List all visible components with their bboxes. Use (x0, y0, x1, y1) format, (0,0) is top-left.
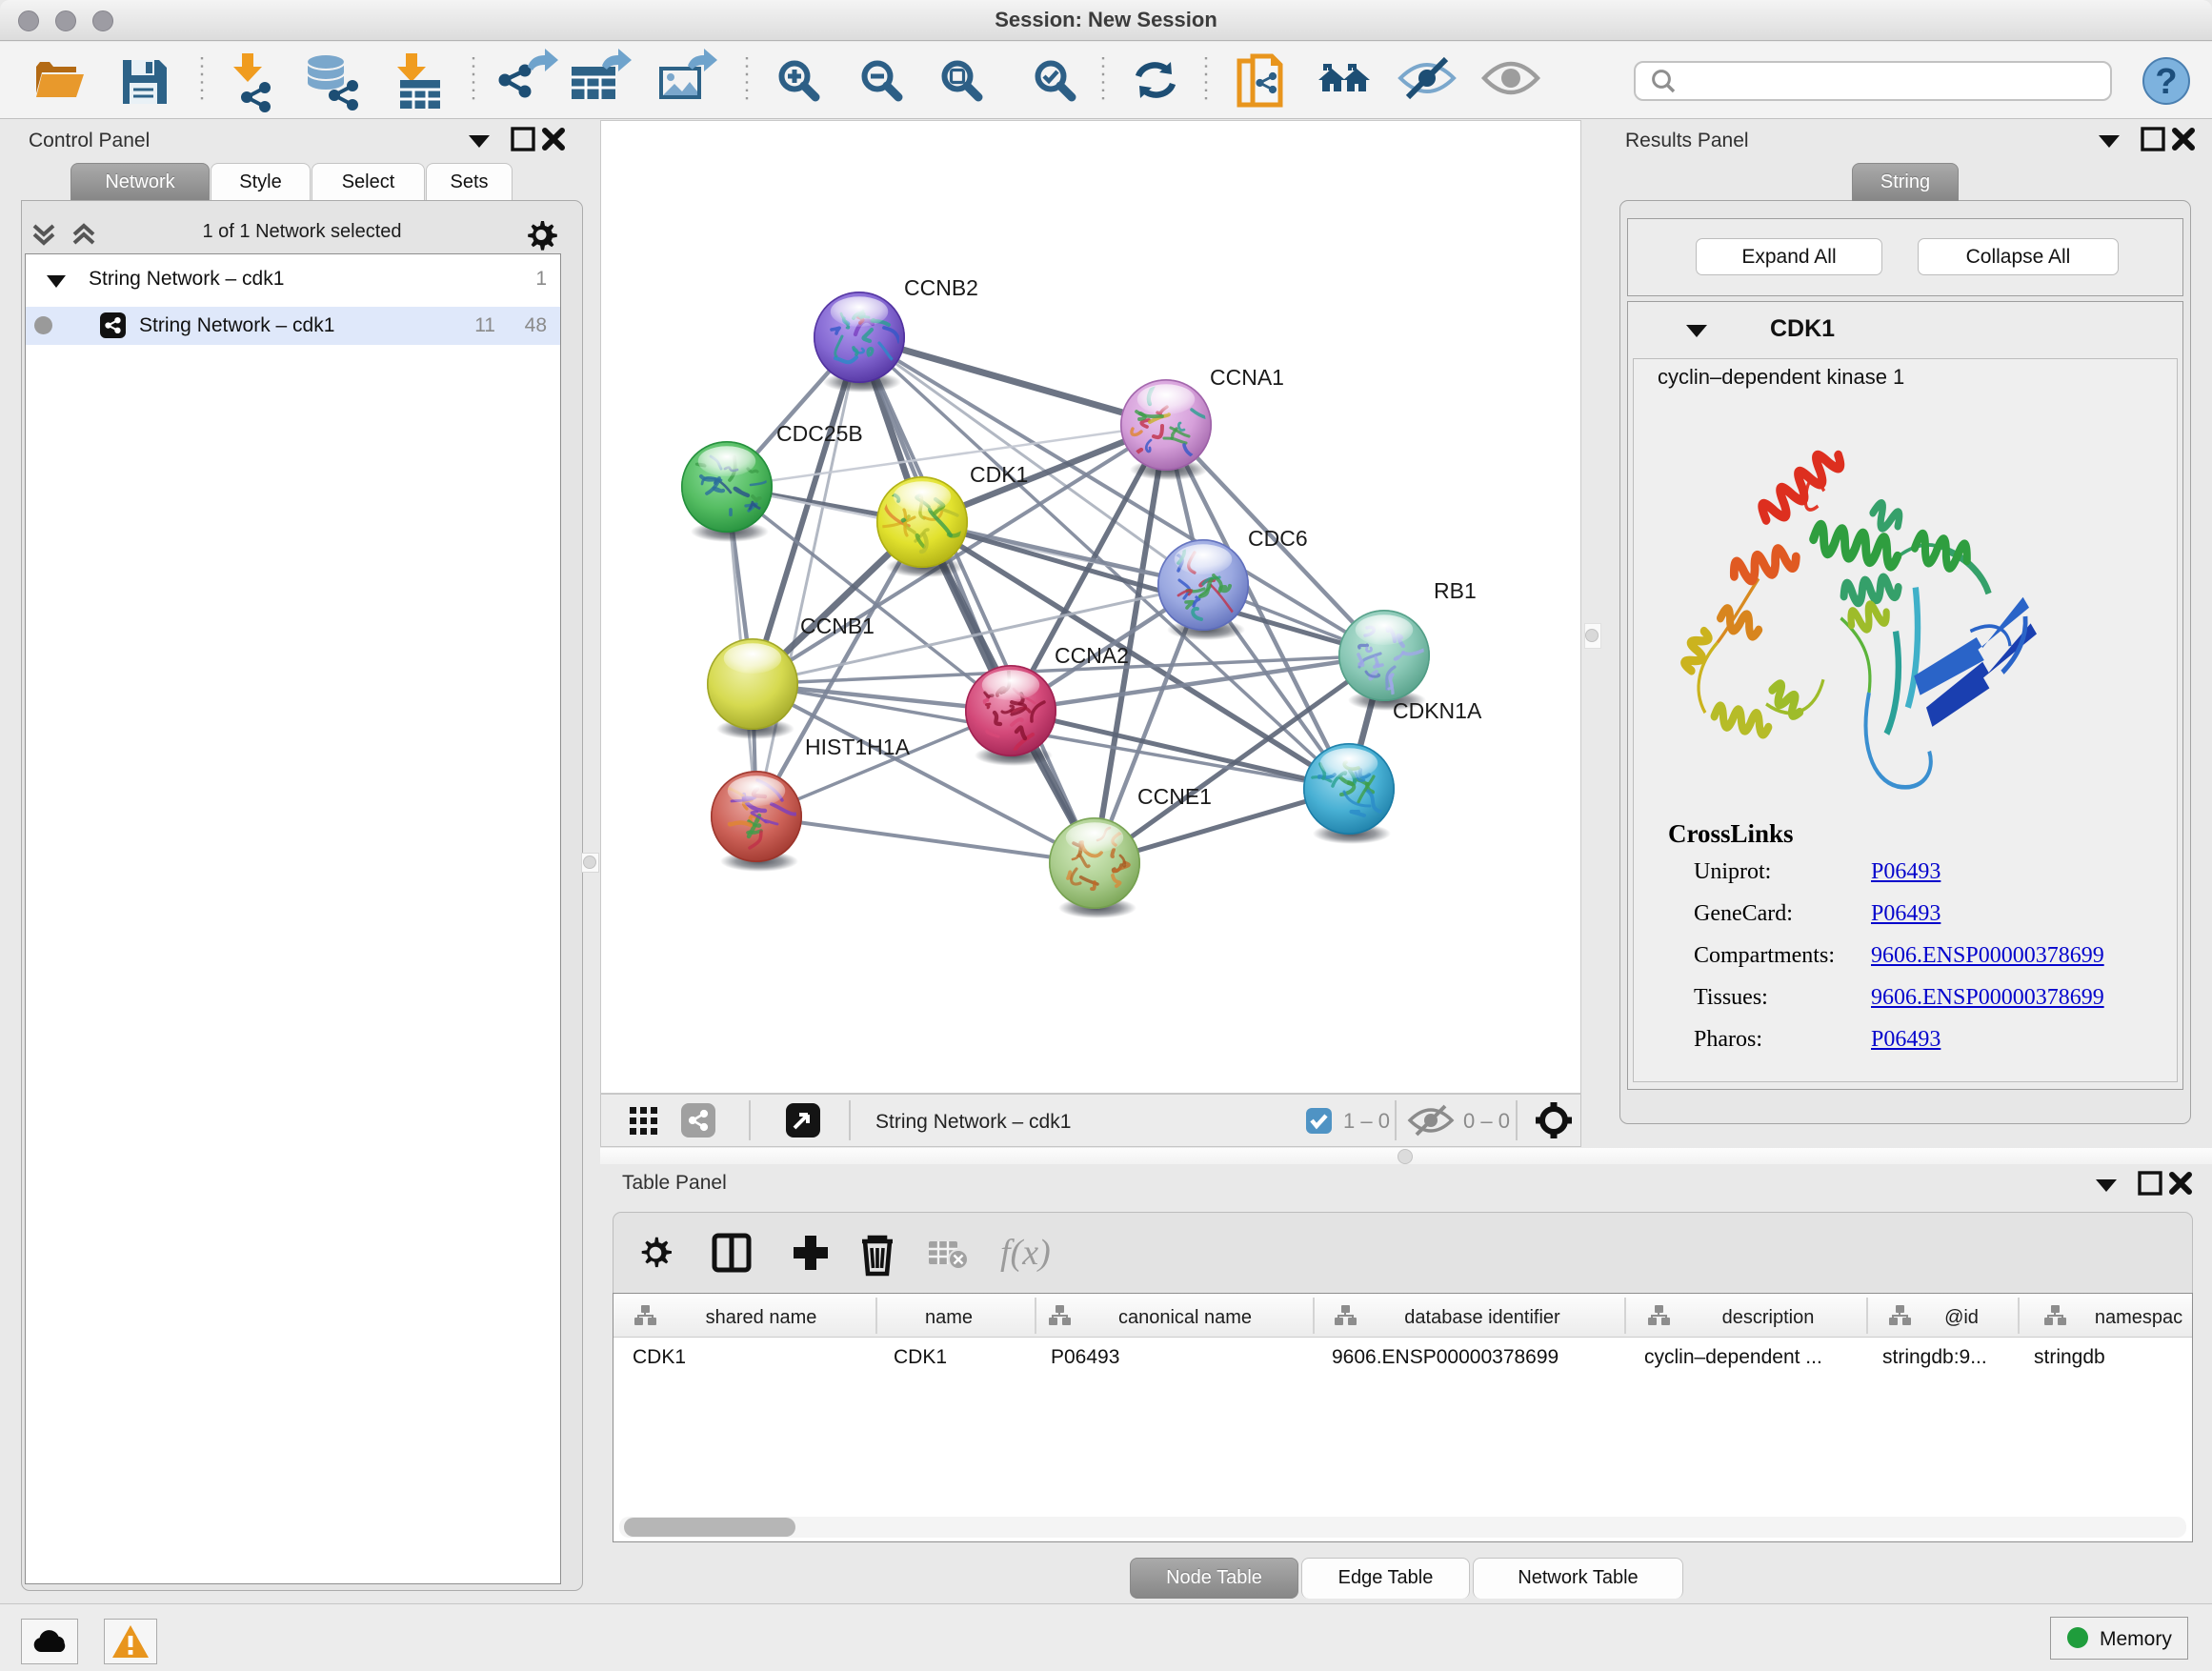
svg-text:CCNE1: CCNE1 (1137, 784, 1212, 809)
svg-text:1 – 0: 1 – 0 (1343, 1109, 1390, 1133)
svg-text:description: description (1722, 1307, 1815, 1328)
svg-text:CCNA2: CCNA2 (1055, 643, 1129, 668)
svg-text:namespac: namespac (2095, 1307, 2182, 1328)
svg-text:CDKN1A: CDKN1A (1393, 698, 1482, 723)
svg-text:canonical name: canonical name (1118, 1307, 1252, 1328)
svg-text:RB1: RB1 (1434, 578, 1477, 603)
svg-text:?: ? (2155, 62, 2177, 102)
svg-text:name: name (925, 1307, 973, 1328)
svg-text:String Network – cdk1: String Network – cdk1 (875, 1111, 1071, 1133)
svg-text:HIST1H1A: HIST1H1A (805, 735, 911, 759)
svg-text:CDC25B: CDC25B (776, 421, 863, 446)
svg-text:database identifier: database identifier (1404, 1307, 1560, 1328)
svg-text:f(x): f(x) (1000, 1233, 1051, 1273)
svg-text:CCNB1: CCNB1 (800, 614, 875, 638)
svg-text:CCNA1: CCNA1 (1210, 365, 1284, 390)
svg-text:@id: @id (1944, 1307, 1979, 1328)
svg-text:shared name: shared name (706, 1307, 817, 1328)
svg-text:0 – 0: 0 – 0 (1463, 1109, 1510, 1133)
svg-text:CDC6: CDC6 (1248, 526, 1308, 551)
svg-text:CCNB2: CCNB2 (904, 275, 978, 300)
svg-text:CDK1: CDK1 (970, 462, 1028, 487)
